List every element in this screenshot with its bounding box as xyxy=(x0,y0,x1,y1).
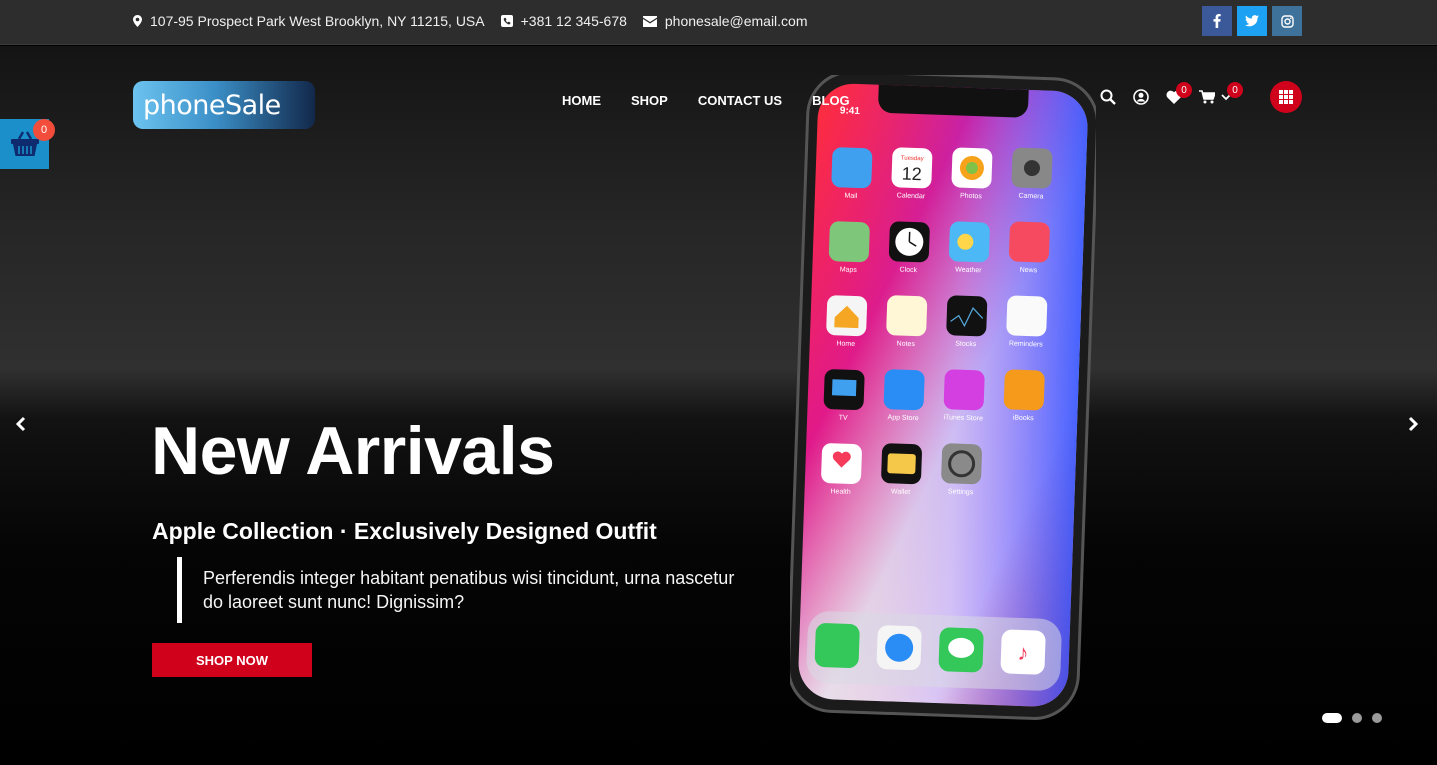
nav-contact-us[interactable]: CONTACT US xyxy=(698,90,782,112)
header-icons: 0 0 xyxy=(1100,82,1243,109)
contact-info: 107-95 Prospect Park West Brooklyn, NY 1… xyxy=(133,0,824,42)
phone-icon xyxy=(500,15,513,27)
slider-dot[interactable] xyxy=(1322,713,1342,723)
svg-text:Stocks: Stocks xyxy=(955,341,977,349)
svg-text:iBooks: iBooks xyxy=(1013,415,1035,423)
slider-dot[interactable] xyxy=(1372,713,1382,723)
svg-text:Maps: Maps xyxy=(840,266,858,274)
phone-image: 9:41 Mail Tuesday12Calendar Photos Camer… xyxy=(790,75,1096,720)
svg-text:Mail: Mail xyxy=(844,193,858,200)
search-icon xyxy=(1100,89,1116,105)
grid-icon xyxy=(1279,90,1293,104)
site-logo[interactable]: phoneSale xyxy=(133,81,315,129)
svg-text:Wallet: Wallet xyxy=(891,488,910,496)
svg-text:Tuesday: Tuesday xyxy=(901,155,924,162)
email[interactable]: phonesale@email.com xyxy=(642,13,808,29)
grid-menu-button[interactable] xyxy=(1270,81,1302,113)
phone[interactable]: +381 12 345-678 xyxy=(500,13,627,29)
email-text: phonesale@email.com xyxy=(664,13,808,29)
svg-text:Calendar: Calendar xyxy=(897,192,926,200)
slider-next-button[interactable] xyxy=(1403,414,1423,434)
main-nav: HOME SHOP CONTACT US BLOG xyxy=(562,90,850,112)
svg-text:♪: ♪ xyxy=(1017,640,1029,665)
svg-text:Clock: Clock xyxy=(899,267,917,275)
chevron-left-icon xyxy=(16,416,26,432)
svg-text:Weather: Weather xyxy=(955,266,982,274)
logo-text: phoneSale xyxy=(143,89,281,121)
social-links xyxy=(1202,6,1302,36)
svg-text:TV: TV xyxy=(839,414,849,421)
chevron-right-icon xyxy=(1408,416,1418,432)
account-button[interactable] xyxy=(1133,89,1149,105)
facebook-icon[interactable] xyxy=(1202,6,1232,36)
cart-button[interactable]: 0 xyxy=(1199,82,1243,104)
svg-text:Settings: Settings xyxy=(948,488,974,496)
hero-headline: New Arrivals xyxy=(151,413,555,489)
nav-shop[interactable]: SHOP xyxy=(631,90,668,112)
shop-now-button[interactable]: SHOP NOW xyxy=(152,643,312,677)
user-icon xyxy=(1133,89,1149,105)
slider-prev-button[interactable] xyxy=(11,414,31,434)
envelope-icon xyxy=(642,15,657,27)
cart-icon xyxy=(1199,90,1215,104)
svg-text:Camera: Camera xyxy=(1018,193,1043,201)
phone-text: +381 12 345-678 xyxy=(520,13,627,29)
twitter-icon[interactable] xyxy=(1237,6,1267,36)
nav-blog[interactable]: BLOG xyxy=(812,90,850,112)
slider-pagination xyxy=(1322,713,1382,723)
nav-home[interactable]: HOME xyxy=(562,90,601,112)
instagram-icon[interactable] xyxy=(1272,6,1302,36)
svg-text:Notes: Notes xyxy=(896,340,915,348)
cart-count: 0 xyxy=(1227,82,1243,98)
address: 107-95 Prospect Park West Brooklyn, NY 1… xyxy=(133,13,485,29)
svg-text:Reminders: Reminders xyxy=(1009,340,1044,348)
svg-text:Photos: Photos xyxy=(960,193,983,201)
svg-text:Home: Home xyxy=(836,340,855,348)
svg-text:App Store: App Store xyxy=(887,414,918,422)
top-bar: 107-95 Prospect Park West Brooklyn, NY 1… xyxy=(0,0,1437,45)
side-cart-count: 0 xyxy=(33,119,55,141)
hero-description: Perferendis integer habitant penatibus w… xyxy=(177,557,737,623)
hero-subheadline: Apple Collection · Exclusively Designed … xyxy=(152,518,657,544)
slider-dot[interactable] xyxy=(1352,713,1362,723)
wishlist-count: 0 xyxy=(1176,82,1192,98)
wishlist-button[interactable]: 0 xyxy=(1166,82,1192,104)
svg-text:iTunes Store: iTunes Store xyxy=(943,414,983,422)
search-button[interactable] xyxy=(1100,89,1116,105)
svg-text:News: News xyxy=(1020,267,1038,275)
svg-text:12: 12 xyxy=(901,164,922,185)
map-marker-icon xyxy=(133,15,142,27)
svg-text:Health: Health xyxy=(830,488,851,496)
address-text: 107-95 Prospect Park West Brooklyn, NY 1… xyxy=(150,13,485,29)
